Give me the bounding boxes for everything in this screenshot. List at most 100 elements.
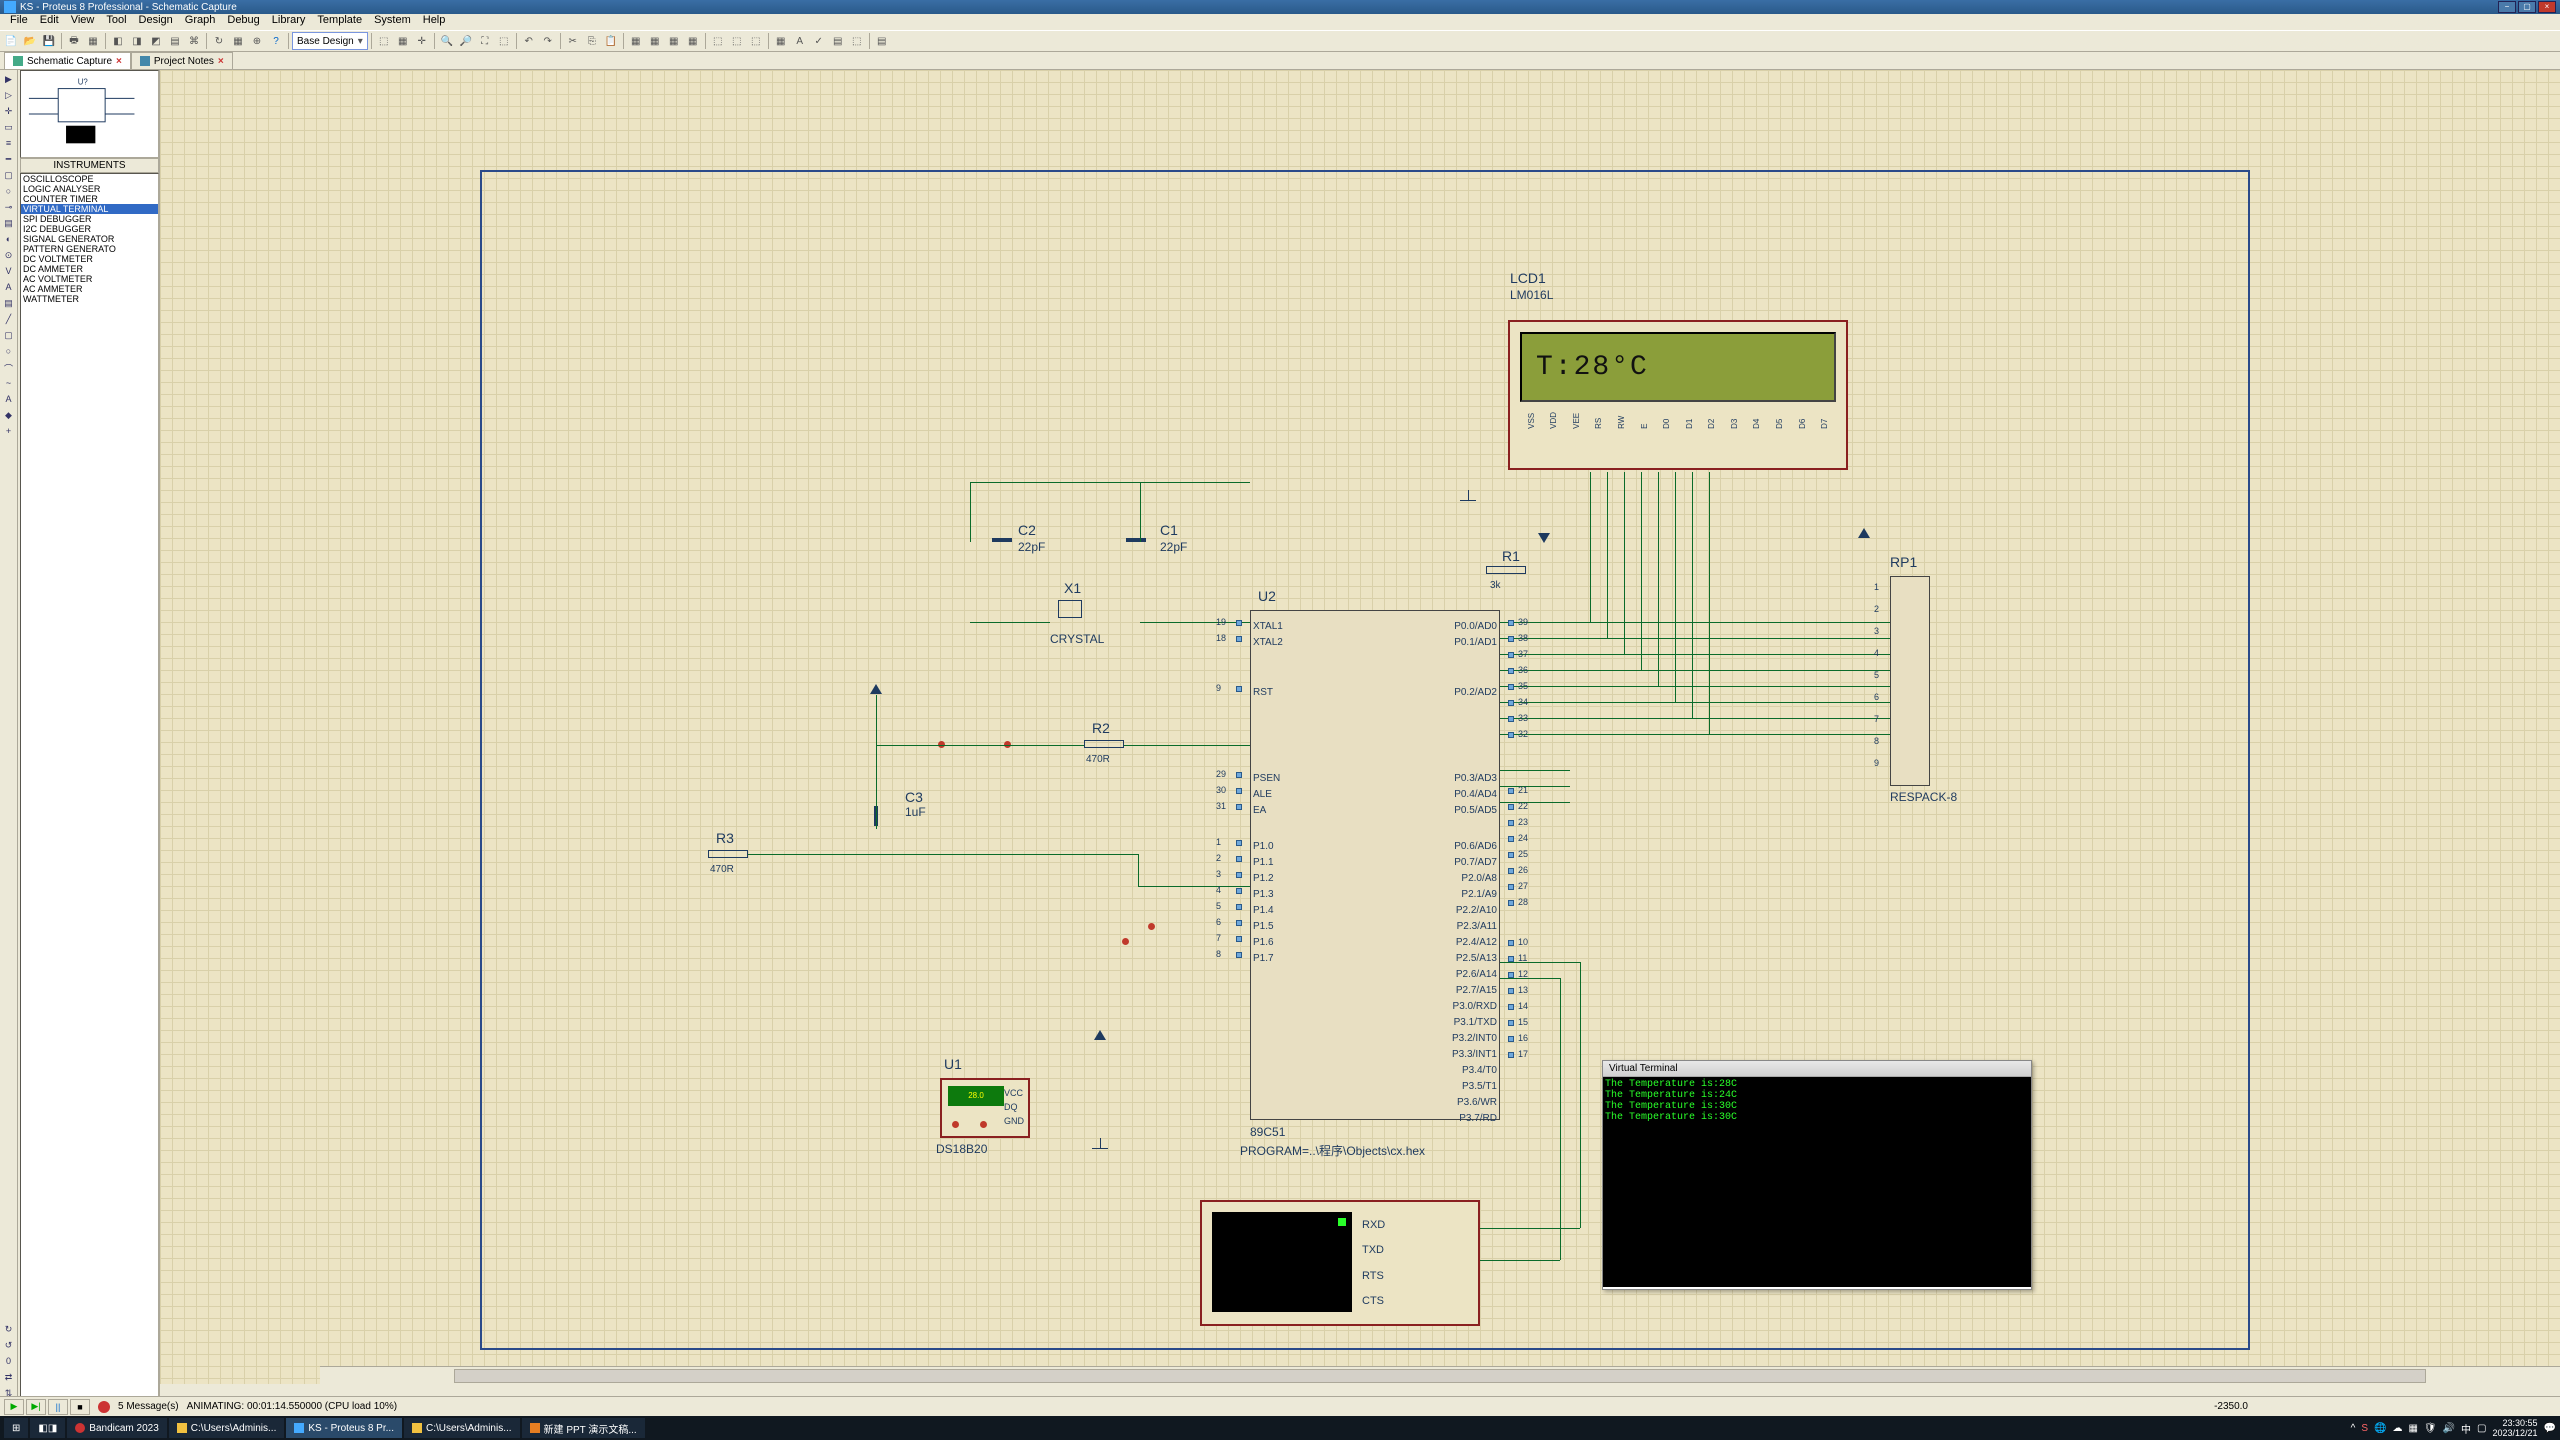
redo-icon[interactable]: ↷ <box>539 32 557 50</box>
schematic-canvas[interactable]: LCD1 LM016L T:28°C VSSVDDVEERSRWED0D1D2D… <box>160 70 2560 1384</box>
block-icon[interactable]: ▦ <box>684 32 702 50</box>
instrument-item[interactable]: COUNTER TIMER <box>21 194 158 204</box>
notifications-icon[interactable]: 💬 <box>2544 1423 2556 1434</box>
undo-icon[interactable]: ↶ <box>520 32 538 50</box>
c2-component[interactable] <box>992 538 1012 542</box>
taskbar-item[interactable]: 新建 PPT 演示文稿... <box>522 1418 645 1438</box>
arc-icon[interactable]: ⌒ <box>2 362 16 376</box>
virtual-terminal-window[interactable]: Virtual Terminal The Temperature is:28CT… <box>1602 1060 2032 1290</box>
save-icon[interactable]: 💾 <box>40 32 58 50</box>
task-view-icon[interactable]: ◧◨ <box>30 1418 65 1438</box>
text-icon[interactable]: A <box>791 32 809 50</box>
new-icon[interactable]: 📄 <box>2 32 20 50</box>
tray-icon[interactable]: 中 <box>2461 1421 2471 1436</box>
menu-view[interactable]: View <box>65 14 101 30</box>
probe-i-icon[interactable]: A <box>2 282 16 296</box>
area-icon[interactable]: ▦ <box>84 32 102 50</box>
menu-system[interactable]: System <box>368 14 417 30</box>
status-messages[interactable]: 5 Message(s) <box>118 1401 179 1412</box>
instrument-item[interactable]: I2C DEBUGGER <box>21 224 158 234</box>
decomp-icon[interactable]: ⬚ <box>747 32 765 50</box>
tool-icon[interactable]: ⬚ <box>375 32 393 50</box>
pause-button[interactable]: || <box>48 1399 68 1415</box>
generator-icon[interactable]: ⊙ <box>2 250 16 264</box>
lcd-component[interactable]: T:28°C VSSVDDVEERSRWED0D1D2D3D4D5D6D7 <box>1508 320 1848 470</box>
path-icon[interactable]: ~ <box>2 378 16 392</box>
block-icon[interactable]: ▦ <box>665 32 683 50</box>
component-icon[interactable]: ▷ <box>2 90 16 104</box>
zoom-in-icon[interactable]: 🔍 <box>438 32 456 50</box>
erc-icon[interactable]: ✓ <box>810 32 828 50</box>
angle-icon[interactable]: 0 <box>2 1356 16 1370</box>
serial-terminal-component[interactable]: RXD TXD RTS CTS <box>1200 1200 1480 1326</box>
tray-icon[interactable]: ^ <box>2351 1423 2356 1434</box>
schematic-icon[interactable]: ◧ <box>109 32 127 50</box>
tab-project-notes[interactable]: Project Notes × <box>131 52 233 69</box>
r1-component[interactable] <box>1486 566 1526 574</box>
tray-icon[interactable]: ▢ <box>2477 1423 2486 1434</box>
block-icon[interactable]: ▦ <box>627 32 645 50</box>
line-icon[interactable]: ╱ <box>2 314 16 328</box>
step-button[interactable]: ▶| <box>26 1399 46 1415</box>
zoom-area-icon[interactable]: ⬚ <box>495 32 513 50</box>
pin-icon[interactable]: ⊸ <box>2 202 16 216</box>
label-icon[interactable]: ▭ <box>2 122 16 136</box>
zoom-out-icon[interactable]: 🔎 <box>457 32 475 50</box>
pick-icon[interactable]: ⬚ <box>709 32 727 50</box>
switch-ctrl[interactable] <box>1122 938 1129 945</box>
tray-icon[interactable]: 🔊 <box>2443 1423 2455 1434</box>
tab-schematic[interactable]: Schematic Capture × <box>4 52 131 69</box>
instrument-icon[interactable]: ▤ <box>2 298 16 312</box>
start-button[interactable]: ⊞ <box>4 1418 28 1438</box>
arm-icon[interactable]: ⬚ <box>848 32 866 50</box>
tape-icon[interactable]: ◐ <box>2 234 16 248</box>
cut-icon[interactable]: ✂ <box>564 32 582 50</box>
instrument-item[interactable]: WATTMETER <box>21 294 158 304</box>
circle-icon[interactable]: ○ <box>2 346 16 360</box>
rotate-cw-icon[interactable]: ↻ <box>2 1324 16 1338</box>
temp-up-icon[interactable] <box>980 1121 987 1128</box>
plus-icon[interactable]: + <box>2 426 16 440</box>
tray-icon[interactable]: 🌐 <box>2374 1423 2386 1434</box>
tray-icon[interactable]: ☁ <box>2392 1423 2402 1434</box>
export-icon[interactable]: ▤ <box>873 32 891 50</box>
stop-button[interactable]: ■ <box>70 1399 90 1415</box>
symbol-icon[interactable]: ◆ <box>2 410 16 424</box>
instrument-item[interactable]: LOGIC ANALYSER <box>21 184 158 194</box>
open-icon[interactable]: 📂 <box>21 32 39 50</box>
grid-icon[interactable]: ▦ <box>229 32 247 50</box>
x1-component[interactable] <box>1058 600 1082 618</box>
block-icon[interactable]: ▦ <box>646 32 664 50</box>
mcu-component[interactable]: XTAL1XTAL2RSTPSENALEEAP1.0P1.1P1.2P1.3P1… <box>1250 610 1500 1120</box>
menu-design[interactable]: Design <box>133 14 179 30</box>
snap-icon[interactable]: ▦ <box>772 32 790 50</box>
close-tab-icon[interactable]: × <box>116 56 122 67</box>
netlist-icon[interactable]: ▤ <box>829 32 847 50</box>
instrument-item[interactable]: DC AMMETER <box>21 264 158 274</box>
terminal-icon[interactable]: ○ <box>2 186 16 200</box>
maximize-button[interactable]: ▢ <box>2518 1 2536 13</box>
print-icon[interactable]: 🖶 <box>65 32 83 50</box>
r3-component[interactable] <box>708 850 748 858</box>
refresh-icon[interactable]: ↻ <box>210 32 228 50</box>
pcb-icon[interactable]: ◨ <box>128 32 146 50</box>
copy-icon[interactable]: ⎘ <box>583 32 601 50</box>
instrument-item[interactable]: PATTERN GENERATO <box>21 244 158 254</box>
tray-icon[interactable]: 🛡 <box>2424 1423 2437 1434</box>
horizontal-scrollbar[interactable] <box>320 1366 2560 1384</box>
tool-icon[interactable]: ✛ <box>413 32 431 50</box>
menu-edit[interactable]: Edit <box>34 14 65 30</box>
instrument-item[interactable]: DC VOLTMETER <box>21 254 158 264</box>
menu-help[interactable]: Help <box>417 14 452 30</box>
instrument-item[interactable]: SPI DEBUGGER <box>21 214 158 224</box>
bom-icon[interactable]: ▤ <box>166 32 184 50</box>
bus-icon[interactable]: ━ <box>2 154 16 168</box>
help-icon[interactable]: ? <box>267 32 285 50</box>
3d-icon[interactable]: ◩ <box>147 32 165 50</box>
tool-icon[interactable]: ▦ <box>394 32 412 50</box>
paste-icon[interactable]: 📋 <box>602 32 620 50</box>
design-combo[interactable]: Base Design <box>292 32 368 50</box>
c1-component[interactable] <box>1126 538 1146 542</box>
virtual-terminal-title[interactable]: Virtual Terminal <box>1603 1061 2031 1077</box>
taskbar-item[interactable]: C:\Users\Adminis... <box>404 1418 520 1438</box>
